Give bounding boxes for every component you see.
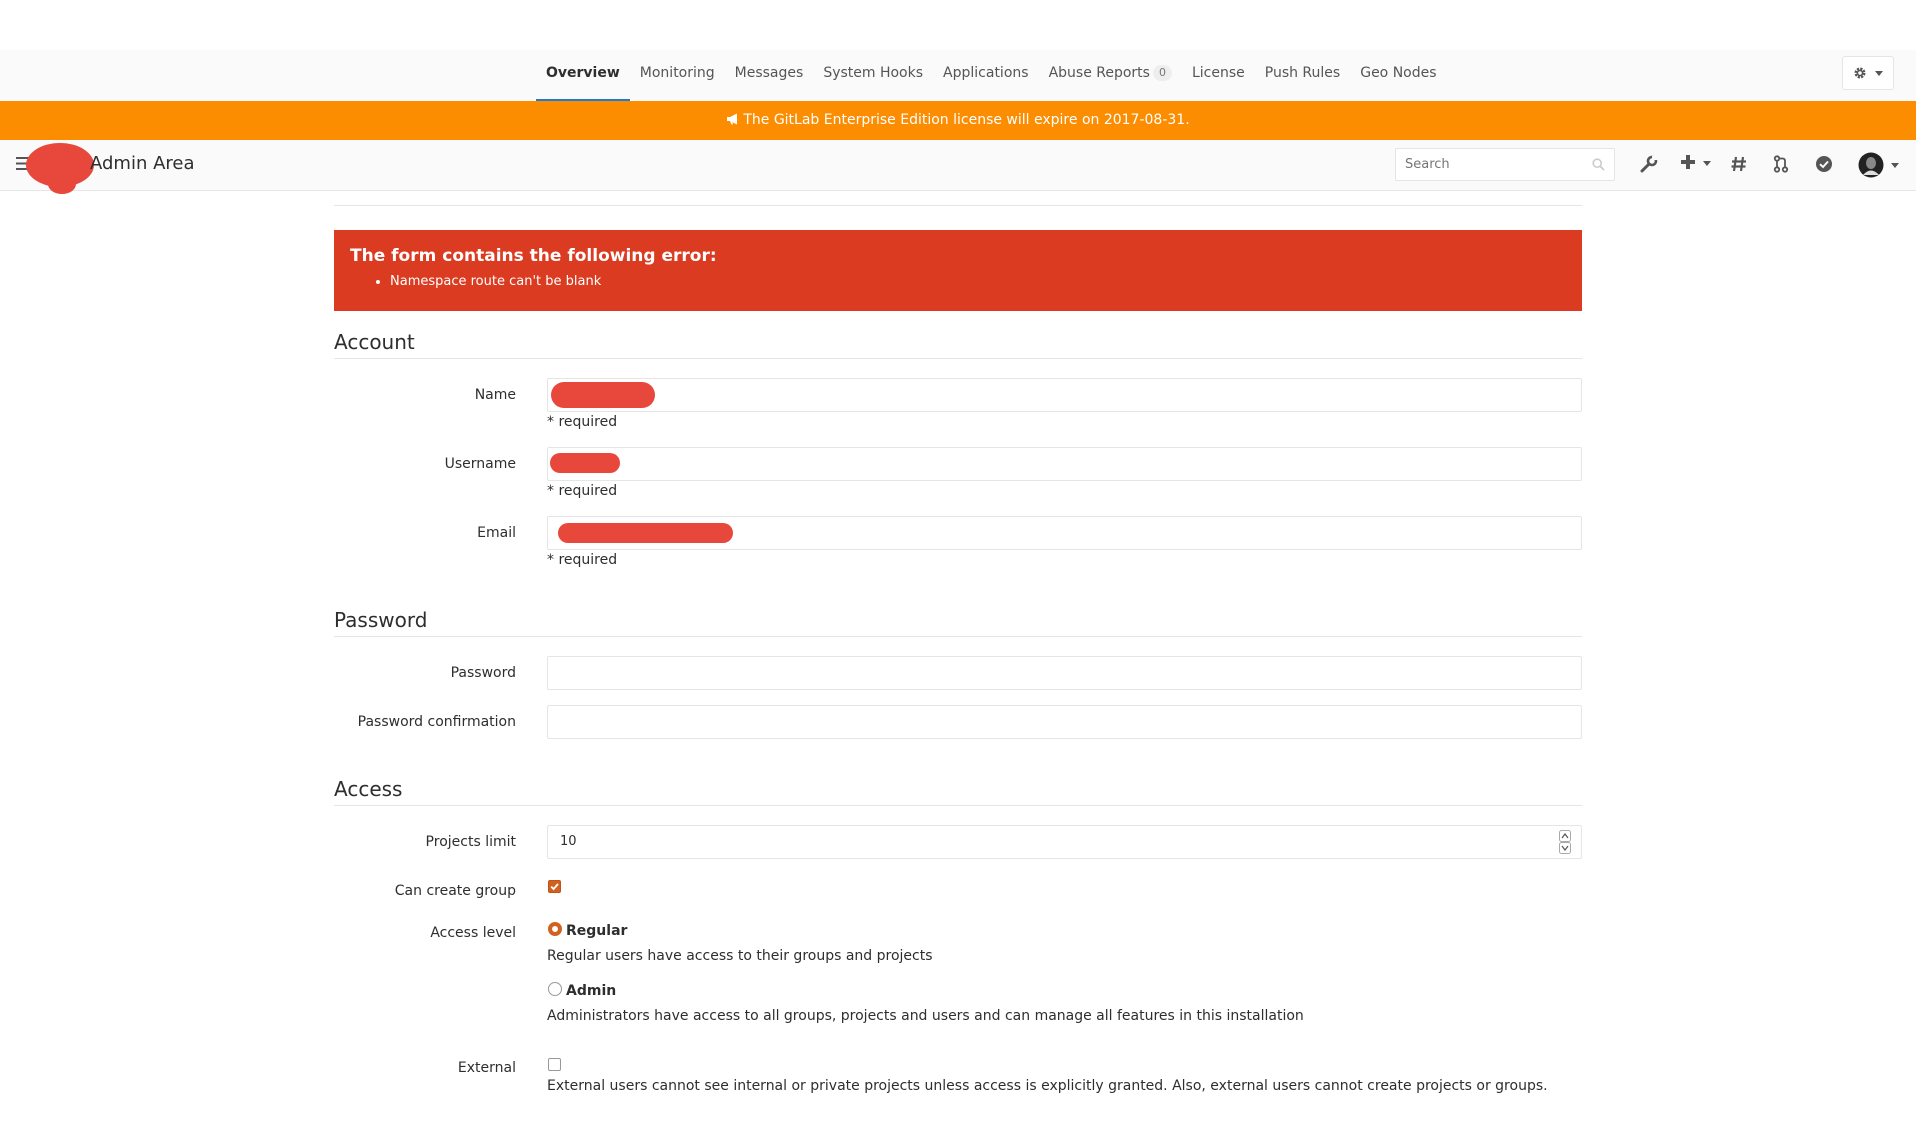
license-banner-text: The GitLab Enterprise Edition license wi…: [743, 112, 1190, 128]
email-label: Email: [477, 525, 516, 541]
avatar: [1858, 152, 1884, 178]
redacted-logo-drip: [48, 174, 76, 194]
tab-abuse-reports[interactable]: Abuse Reports 0: [1039, 50, 1182, 101]
access-level-regular-label[interactable]: Regular: [566, 923, 627, 939]
access-level-regular-help: Regular users have access to their group…: [547, 948, 933, 964]
external-label: External: [457, 1060, 516, 1076]
tab-label: Applications: [943, 65, 1029, 81]
username-required-hint: * required: [547, 483, 618, 499]
gear-icon: [1854, 67, 1866, 79]
tab-messages[interactable]: Messages: [725, 50, 814, 101]
stepper-arrows-icon[interactable]: [1559, 830, 1571, 854]
chevron-down-icon: [1875, 70, 1883, 76]
redacted-username: [550, 453, 620, 473]
license-banner: The GitLab Enterprise Edition license wi…: [0, 101, 1916, 140]
tab-label: Monitoring: [639, 65, 715, 81]
access-level-admin-help: Administrators have access to all groups…: [547, 1008, 1304, 1024]
error-heading: The form contains the following error:: [350, 246, 717, 266]
tab-overview[interactable]: Overview: [536, 50, 630, 101]
redacted-email: [558, 523, 733, 543]
checkmark-icon: [550, 883, 559, 891]
tab-geo-nodes[interactable]: Geo Nodes: [1350, 50, 1446, 101]
tab-label: Abuse Reports: [1048, 65, 1150, 81]
chevron-down-icon: [1891, 163, 1900, 168]
projects-limit-stepper[interactable]: 10: [547, 825, 1582, 859]
abuse-count-badge: 0: [1152, 65, 1172, 81]
tab-push-rules[interactable]: Push Rules: [1255, 50, 1350, 101]
user-menu-dropdown[interactable]: [1858, 152, 1900, 182]
navbar: Admin Area: [0, 140, 1916, 194]
access-level-label: Access level: [430, 925, 516, 941]
email-required-hint: * required: [547, 552, 618, 568]
tab-label: License: [1191, 65, 1245, 81]
tab-label: Overview: [546, 65, 620, 81]
password-confirmation-label: Password confirmation: [357, 714, 516, 730]
plus-icon: [1681, 155, 1695, 169]
tab-label: System Hooks: [823, 65, 924, 81]
access-level-admin-label[interactable]: Admin: [566, 983, 616, 999]
settings-dropdown-button[interactable]: [1842, 56, 1894, 90]
hashtag-icon[interactable]: [1730, 155, 1748, 173]
bullhorn-icon: [727, 113, 738, 125]
chevron-down-icon: [1703, 161, 1712, 166]
tab-label: Geo Nodes: [1360, 65, 1437, 81]
tab-label: Messages: [734, 65, 804, 81]
tab-license[interactable]: License: [1182, 50, 1255, 101]
error-list: Namespace route can't be blank: [350, 274, 1566, 289]
name-label: Name: [474, 387, 516, 403]
email-field[interactable]: [547, 516, 1582, 550]
form-error-alert: The form contains the following error: N…: [334, 230, 1582, 311]
admin-tab-bar: Overview Monitoring Messages System Hook…: [0, 50, 1916, 102]
section-title-password: Password: [334, 608, 1582, 637]
search-input[interactable]: [1396, 149, 1590, 180]
todo-check-icon[interactable]: [1815, 155, 1833, 173]
projects-limit-label: Projects limit: [425, 834, 516, 850]
merge-request-icon[interactable]: [1773, 155, 1789, 173]
username-field[interactable]: [547, 447, 1582, 481]
external-help: External users cannot see internal or pr…: [547, 1078, 1548, 1094]
name-required-hint: * required: [547, 414, 618, 430]
username-label: Username: [444, 456, 516, 472]
search-box[interactable]: [1395, 148, 1615, 181]
projects-limit-value: 10: [560, 834, 577, 849]
new-item-dropdown[interactable]: [1680, 154, 1712, 174]
admin-tabs-list: Overview Monitoring Messages System Hook…: [536, 50, 1447, 101]
tab-system-hooks[interactable]: System Hooks: [813, 50, 933, 101]
can-create-group-label: Can create group: [394, 883, 516, 899]
wrench-icon[interactable]: [1640, 155, 1658, 173]
page-title: Admin Area: [90, 153, 195, 174]
password-label: Password: [450, 665, 516, 681]
redacted-name: [551, 382, 655, 408]
section-title-access: Access: [334, 777, 1582, 806]
external-checkbox[interactable]: [548, 1058, 561, 1071]
section-title-account: Account: [334, 330, 1582, 359]
tab-applications[interactable]: Applications: [933, 50, 1039, 101]
content-divider: [334, 205, 1582, 206]
name-field[interactable]: [547, 378, 1582, 412]
access-level-regular-radio[interactable]: [548, 922, 562, 936]
password-field[interactable]: [547, 656, 1582, 690]
tab-label: Push Rules: [1264, 65, 1341, 81]
can-create-group-checkbox[interactable]: [548, 880, 561, 893]
tab-monitoring[interactable]: Monitoring: [630, 50, 725, 101]
search-icon: [1592, 158, 1605, 171]
access-level-admin-radio[interactable]: [548, 982, 562, 996]
error-item: Namespace route can't be blank: [390, 274, 1566, 289]
password-confirmation-field[interactable]: [547, 705, 1582, 739]
